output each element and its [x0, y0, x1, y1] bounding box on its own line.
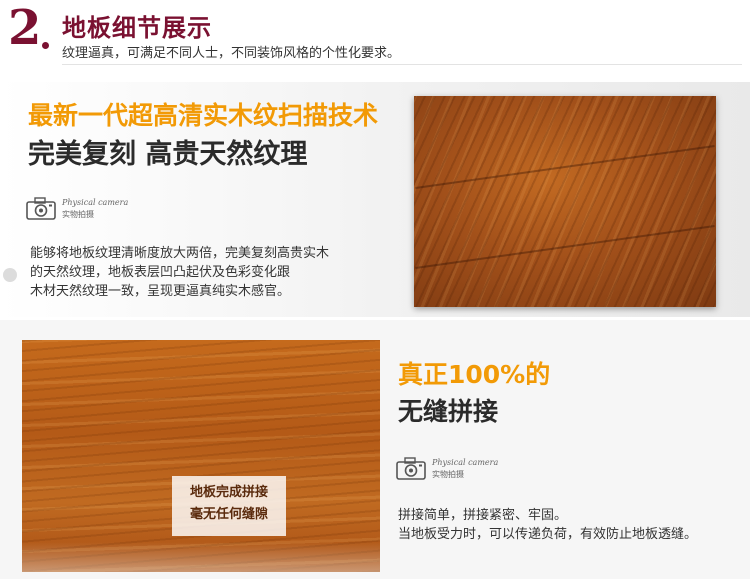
seamless-title: 真正100%的 — [398, 360, 551, 389]
wood-texture-closeup-image — [414, 96, 716, 307]
seamless-description: 拼接简单，拼接紧密、牢固。 当地板受力时，可以传递负荷，有效防止地板透缝。 — [398, 506, 738, 544]
section-subtitle: 纹理逼真，可满足不同人士，不同装饰风格的个性化要求。 — [62, 46, 401, 61]
scan-desc-line: 的天然纹理，地板表层凹凸起伏及色彩变化跟 — [30, 265, 291, 280]
plank-seam — [415, 224, 715, 270]
scan-tech-description: 能够将地板纹理清晰度放大两倍，完美复刻高贵实木 的天然纹理，地板表层凹凸起伏及色… — [30, 244, 370, 301]
seamless-desc-line: 拼接简单，拼接紧密、牢固。 — [398, 508, 568, 523]
physical-camera-badge: Physical camera 实物拍摄 — [392, 436, 722, 488]
overlay-line: 毫无任何缝隙 — [189, 507, 268, 522]
section-number: 2 — [8, 0, 42, 56]
camera-icon — [396, 456, 426, 480]
overlay-line: 地板完成拼接 — [189, 485, 268, 500]
seamless-overlay-label: 地板完成拼接 毫无任何缝隙 — [172, 476, 286, 536]
camera-label-en: Physical camera — [432, 458, 499, 467]
seamless-subtitle: 无缝拼接 — [398, 397, 499, 426]
wood-plank-image — [22, 340, 380, 572]
plank-edge-highlight — [22, 542, 380, 572]
camera-icon — [26, 196, 56, 220]
decorative-dot — [3, 268, 17, 282]
scan-tech-subtitle: 完美复刻 高贵天然纹理 — [28, 139, 308, 170]
seamless-desc-line: 当地板受力时，可以传递负荷，有效防止地板透缝。 — [398, 527, 698, 542]
camera-label-cn: 实物拍摄 — [62, 210, 94, 219]
header-divider — [62, 64, 742, 65]
scan-desc-line: 能够将地板纹理清晰度放大两倍，完美复刻高贵实木 — [30, 246, 330, 261]
section-number-dot — [42, 42, 49, 49]
scan-desc-line: 木材天然纹理一致，呈现更逼真纯实木感官。 — [30, 284, 291, 299]
camera-label-en: Physical camera — [62, 198, 129, 207]
camera-label-cn: 实物拍摄 — [432, 470, 464, 479]
physical-camera-badge: Physical camera 实物拍摄 — [22, 176, 392, 228]
scan-tech-title: 最新一代超高清实木纹扫描技术 — [28, 101, 379, 130]
plank-seam — [415, 144, 715, 190]
section-title: 地板细节展示 — [62, 14, 212, 42]
